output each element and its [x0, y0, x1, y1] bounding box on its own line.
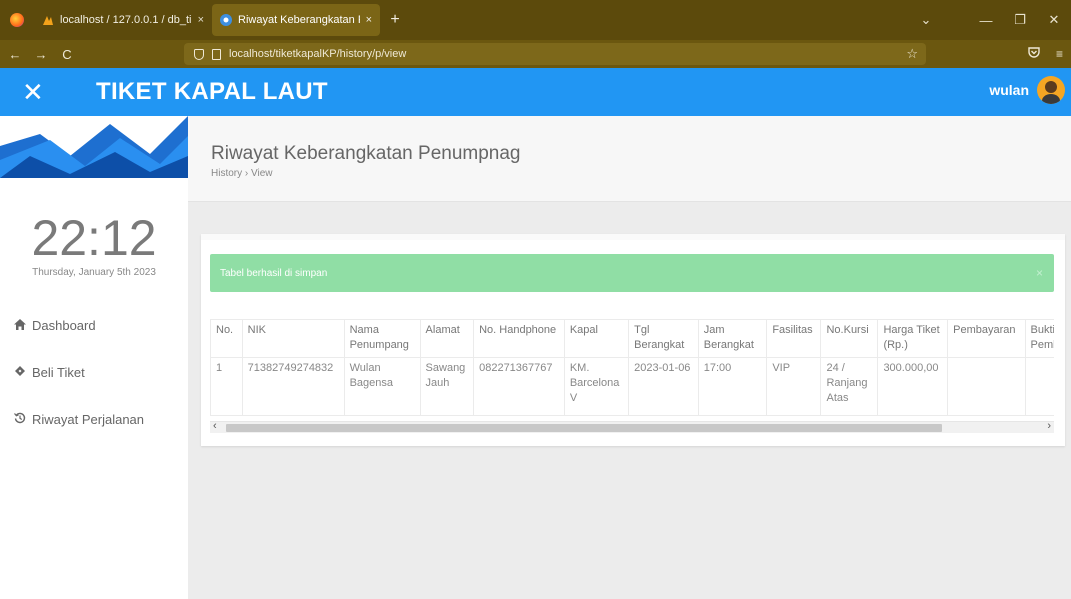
- success-alert: Tabel berhasil di simpan ×: [210, 254, 1054, 292]
- column-header: Alamat: [419, 319, 475, 358]
- user-name: wulan: [989, 82, 1029, 98]
- alert-close-icon[interactable]: ×: [1036, 266, 1043, 280]
- alert-message: Tabel berhasil di simpan: [220, 267, 328, 279]
- scroll-right-icon[interactable]: ›: [1047, 420, 1051, 432]
- list-all-tabs-icon[interactable]: ⌄: [909, 12, 943, 28]
- table-cell: 082271367767: [473, 357, 565, 416]
- table-container: No. NIK Nama Penumpang Alamat No. Handph…: [210, 319, 1054, 421]
- sidebar: 22:12 Thursday, January 5th 2023 Dashboa…: [0, 116, 188, 599]
- column-header: No. Handphone: [473, 319, 565, 358]
- home-icon: [14, 318, 28, 333]
- sidebar-item-label: Beli Tiket: [32, 365, 85, 380]
- tab-close-icon[interactable]: ×: [198, 14, 204, 26]
- history-icon: [14, 412, 28, 427]
- table-cell: VIP: [766, 357, 822, 416]
- shield-icon: [194, 48, 204, 60]
- scrollbar-thumb[interactable]: [226, 424, 942, 432]
- sidebar-item-dashboard[interactable]: Dashboard: [14, 318, 96, 333]
- breadcrumb: History › View: [211, 168, 273, 179]
- column-header: Pembayaran: [947, 319, 1026, 358]
- column-header: Tgl Berangkat: [628, 319, 699, 358]
- content-card: Tabel berhasil di simpan × No. NIK Nama …: [201, 234, 1065, 446]
- browser-toolbar: ← → C localhost/tiketkapalKP/history/p/v…: [0, 40, 1071, 68]
- column-header: Fasilitas: [766, 319, 822, 358]
- table-cell: Sawang Jauh: [419, 357, 475, 416]
- forward-icon[interactable]: →: [30, 47, 52, 62]
- table-cell: 2023-01-06: [628, 357, 699, 416]
- horizontal-scrollbar[interactable]: ‹ ›: [210, 420, 1054, 433]
- history-table: No. NIK Nama Penumpang Alamat No. Handph…: [210, 319, 1054, 416]
- reload-icon[interactable]: C: [56, 47, 78, 62]
- clock: 22:12: [31, 210, 157, 266]
- table-cell: [947, 357, 1026, 416]
- table-cell: KM. Barcelona V: [563, 357, 630, 416]
- back-icon[interactable]: ←: [4, 47, 26, 62]
- page-icon: [212, 48, 221, 60]
- sidebar-item-label: Dashboard: [32, 318, 96, 333]
- column-header: Harga Tiket (Rp.): [877, 319, 949, 358]
- column-header: Nama Penumpang: [343, 319, 421, 358]
- close-window-icon[interactable]: ✕: [1037, 12, 1071, 28]
- date-label: Thursday, January 5th 2023: [32, 267, 156, 278]
- column-header: No.Kursi: [820, 319, 879, 358]
- minimize-icon[interactable]: —: [969, 13, 1003, 28]
- table-cell: 24 / Ranjang Atas: [820, 357, 879, 416]
- app-header: ✕ TIKET KAPAL LAUT wulan: [0, 68, 1071, 116]
- page-header: Riwayat Keberangkatan Penumpnag History …: [188, 116, 1071, 202]
- table-cell: 300.000,00: [877, 357, 949, 416]
- table-header-row: No. NIK Nama Penumpang Alamat No. Handph…: [210, 319, 1054, 358]
- hamburger-menu-icon[interactable]: ≡: [1056, 47, 1063, 61]
- browser-tab-bar: localhost / 127.0.0.1 / db_tiketk × Riwa…: [0, 0, 1071, 40]
- firefox-logo-icon: [0, 0, 34, 40]
- toolbar-right: ≡: [1028, 40, 1063, 68]
- user-menu[interactable]: wulan: [989, 76, 1065, 104]
- close-sidebar-icon[interactable]: ✕: [22, 77, 62, 108]
- column-header: Bukti Pembayaran: [1024, 319, 1054, 358]
- browser-tab-phpmyadmin[interactable]: localhost / 127.0.0.1 / db_tiketk ×: [34, 4, 212, 36]
- page-title: Riwayat Keberangkatan Penumpnag: [211, 143, 521, 164]
- address-bar[interactable]: localhost/tiketkapalKP/history/p/view ☆: [184, 43, 926, 65]
- table-row: 1 71382749274832 Wulan Bagensa Sawang Ja…: [210, 357, 1054, 416]
- table-cell: 1: [210, 357, 243, 416]
- table-cell: Wulan Bagensa: [343, 357, 421, 416]
- browser-tab-riwayat[interactable]: Riwayat Keberangkatan Penump ×: [212, 4, 380, 36]
- column-header: Jam Berangkat: [697, 319, 768, 358]
- sidebar-item-label: Riwayat Perjalanan: [32, 412, 145, 427]
- ticket-icon: [14, 365, 28, 380]
- sidebar-item-riwayat-perjalanan[interactable]: Riwayat Perjalanan: [14, 412, 144, 427]
- table-cell: 17:00: [697, 357, 768, 416]
- app-title: TIKET KAPAL LAUT: [96, 78, 328, 105]
- maximize-icon[interactable]: ❐: [1003, 12, 1037, 28]
- column-header: Kapal: [563, 319, 630, 358]
- column-header: No.: [210, 319, 243, 358]
- table-cell: 71382749274832: [241, 357, 345, 416]
- tab-close-icon[interactable]: ×: [366, 14, 372, 26]
- bookmark-star-icon[interactable]: ☆: [906, 46, 918, 62]
- url-text: localhost/tiketkapalKP/history/p/view: [229, 48, 407, 60]
- new-tab-button[interactable]: +: [380, 0, 410, 40]
- table-cell: -: [1024, 357, 1054, 416]
- pocket-icon[interactable]: [1028, 47, 1040, 61]
- avatar[interactable]: [1037, 76, 1065, 104]
- column-header: NIK: [241, 319, 345, 358]
- window-controls: ⌄ — ❐ ✕: [909, 0, 1071, 40]
- sidebar-banner-art: [0, 116, 188, 178]
- site-favicon-icon: [220, 14, 232, 26]
- phpmyadmin-icon: [42, 14, 54, 26]
- sidebar-item-beli-tiket[interactable]: Beli Tiket: [14, 365, 85, 380]
- scroll-left-icon[interactable]: ‹: [213, 420, 217, 432]
